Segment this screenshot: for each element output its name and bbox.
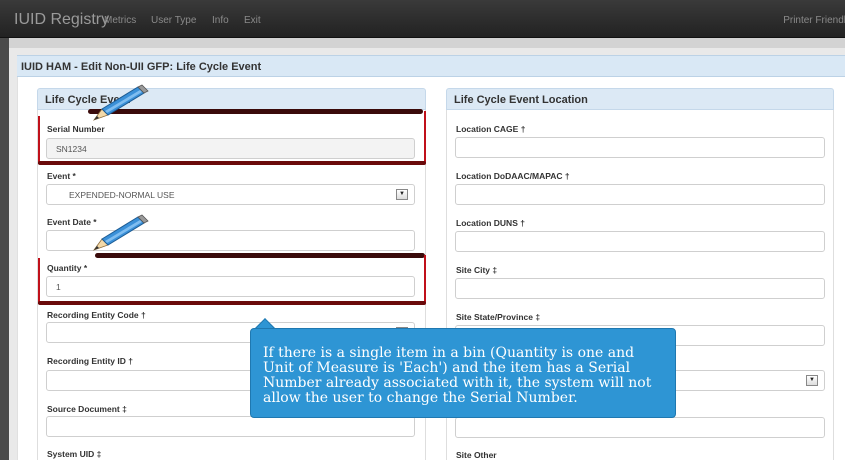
top-navbar: IUID Registry Metrics User Type Info Exi…	[0, 0, 845, 38]
site-field-7[interactable]	[455, 417, 825, 438]
nav-info[interactable]: Info	[212, 15, 229, 26]
content-top-strip	[9, 38, 845, 48]
callout-text: If there is a single item in a bin (Quan…	[263, 345, 652, 406]
source-document-label: Source Document ‡	[47, 404, 127, 414]
location-dodaac-field[interactable]	[455, 184, 825, 205]
page-title: IUID HAM - Edit Non-UII GFP: Life Cycle …	[21, 61, 262, 73]
event-date-label: Event Date *	[47, 217, 97, 227]
location-duns-label: Location DUNS †	[456, 218, 525, 228]
serial-number-label: Serial Number	[47, 124, 105, 134]
serial-number-highlight-bottom	[38, 161, 426, 165]
help-callout: If there is a single item in a bin (Quan…	[250, 328, 676, 418]
left-gutter	[0, 38, 9, 460]
pencil-icon	[92, 214, 149, 251]
event-value: EXPENDED-NORMAL USE	[69, 190, 175, 200]
chevron-down-icon[interactable]: ▼	[396, 189, 408, 200]
event-select[interactable]: EXPENDED-NORMAL USE ▼	[46, 184, 415, 205]
recording-entity-id-label: Recording Entity ID †	[47, 356, 133, 366]
pencil-icon	[92, 84, 149, 121]
quantity-highlight-top	[95, 253, 425, 258]
location-duns-field[interactable]	[455, 231, 825, 252]
serial-number-value: SN1234	[56, 144, 87, 154]
location-cage-label: Location CAGE †	[456, 124, 526, 134]
site-city-label: Site City ‡	[456, 265, 498, 275]
quantity-highlight-right	[424, 255, 426, 303]
panel-title: Life Cycle Event Location	[454, 94, 588, 106]
serial-number-highlight-right	[424, 111, 426, 163]
site-state-label: Site State/Province ‡	[456, 312, 541, 322]
serial-number-field: SN1234	[46, 138, 415, 159]
nav-user-type[interactable]: User Type	[151, 15, 196, 26]
quantity-highlight-left	[38, 258, 40, 304]
serial-number-highlight-left	[38, 116, 40, 164]
location-cage-field[interactable]	[455, 137, 825, 158]
recording-entity-code-label: Recording Entity Code †	[47, 310, 146, 320]
page-header: IUID HAM - Edit Non-UII GFP: Life Cycle …	[17, 55, 845, 77]
quantity-value: 1	[56, 282, 61, 292]
location-dodaac-label: Location DoDAAC/MAPAC †	[456, 171, 570, 181]
site-city-field[interactable]	[455, 278, 825, 299]
quantity-highlight-bottom	[38, 301, 426, 305]
quantity-label: Quantity *	[47, 263, 88, 273]
source-document-field[interactable]	[46, 416, 415, 437]
life-cycle-event-location-panel-header: Life Cycle Event Location	[446, 88, 834, 110]
nav-exit[interactable]: Exit	[244, 15, 261, 26]
quantity-field[interactable]: 1	[46, 276, 415, 297]
nav-metrics[interactable]: Metrics	[104, 15, 136, 26]
system-uid-label: System UID ‡	[47, 449, 102, 459]
printer-friendly-link[interactable]: Printer Friendly	[783, 15, 845, 26]
brand-link[interactable]: IUID Registry	[14, 11, 109, 29]
site-other-label: Site Other	[456, 450, 497, 460]
event-label: Event *	[47, 171, 76, 181]
chevron-down-icon[interactable]: ▼	[806, 375, 818, 386]
